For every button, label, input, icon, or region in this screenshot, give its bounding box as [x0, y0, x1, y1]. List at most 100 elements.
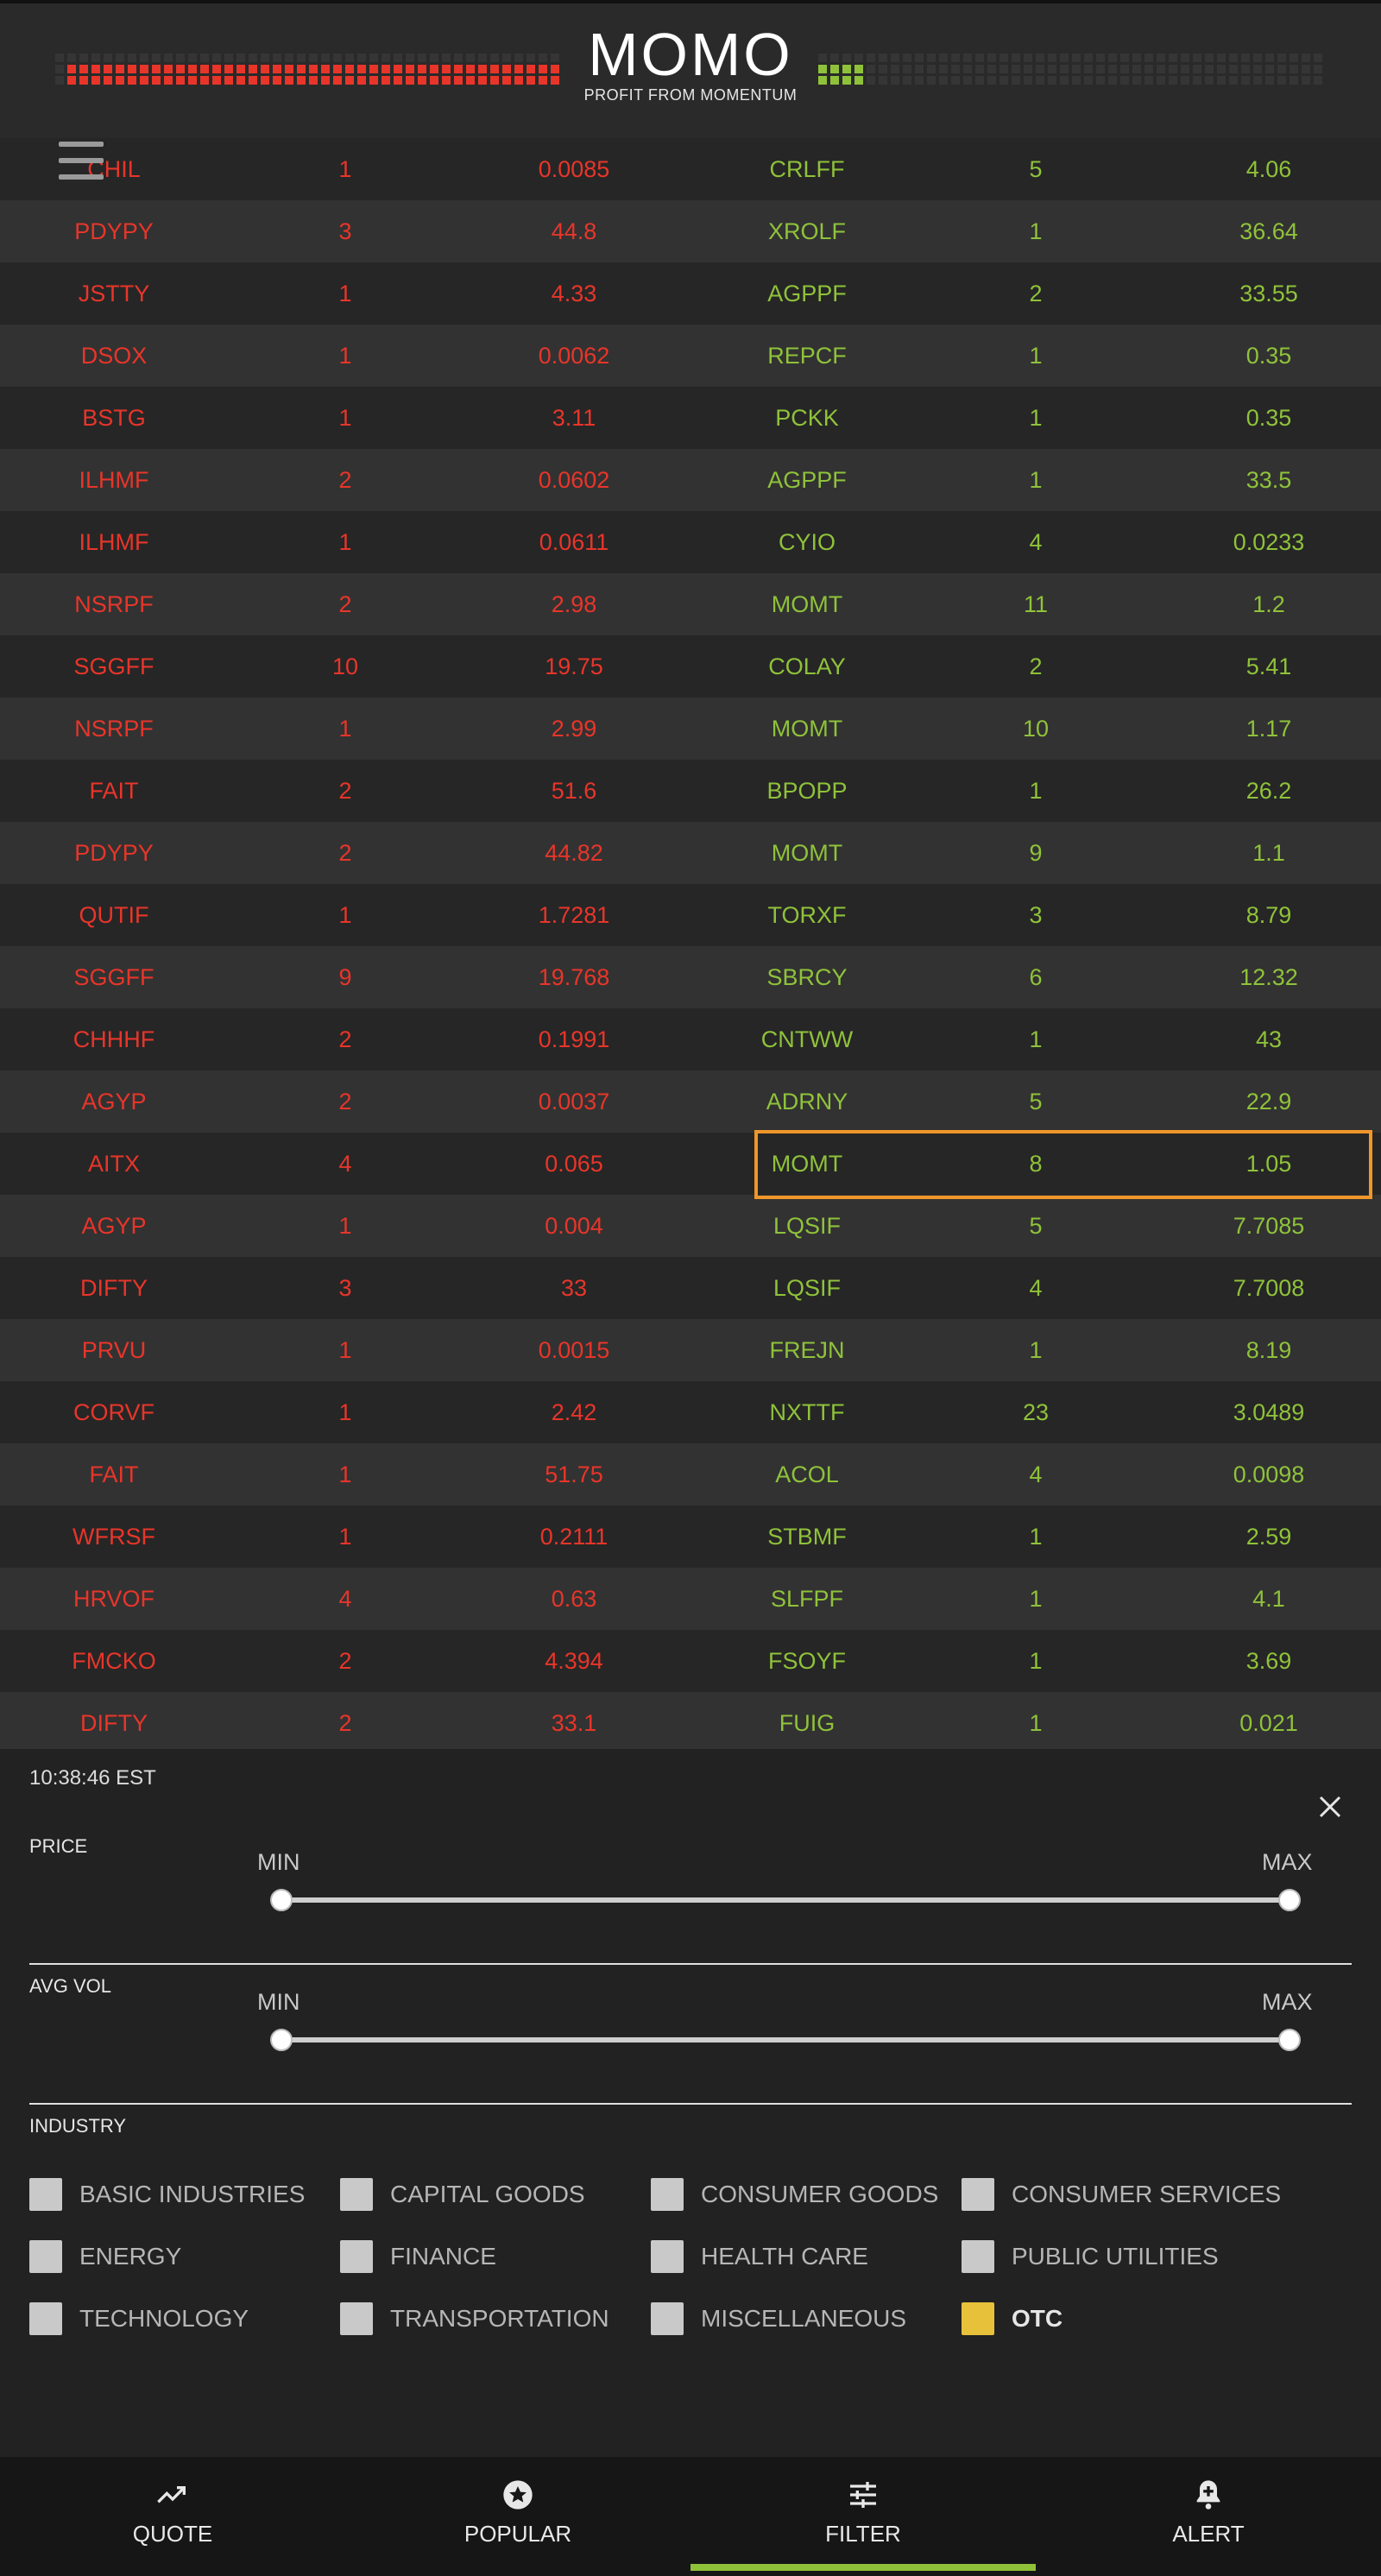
checkbox[interactable]	[340, 2302, 373, 2335]
avg-vol-min-handle[interactable]	[270, 2029, 293, 2051]
avg-vol-max-handle[interactable]	[1278, 2029, 1301, 2051]
last-updated-time: 10:38:46 EST	[29, 1766, 156, 1790]
down-count: 1	[338, 902, 352, 928]
table-row[interactable]: CHIL 1 0.0085 CRLFF 5 4.06	[0, 138, 1381, 200]
industry-checkbox-consumer-services[interactable]: CONSUMER SERVICES	[962, 2177, 1281, 2212]
table-row[interactable]: DIFTY 3 33 LQSIF 4 7.7008	[0, 1257, 1381, 1319]
table-row[interactable]: SGGFF 10 19.75 COLAY 2 5.41	[0, 635, 1381, 698]
down-count: 2	[338, 1710, 352, 1736]
nav-popular[interactable]: POPULAR	[345, 2457, 690, 2576]
up-price: 12.32	[1239, 964, 1298, 990]
checkbox[interactable]	[651, 2240, 684, 2273]
checkbox[interactable]	[962, 2178, 994, 2211]
industry-checkbox-public-utilities[interactable]: PUBLIC UTILITIES	[962, 2239, 1219, 2274]
up-count: 3	[1029, 902, 1043, 928]
checkbox[interactable]	[340, 2178, 373, 2211]
down-count: 1	[338, 716, 352, 742]
industry-checkbox-finance[interactable]: FINANCE	[340, 2239, 496, 2274]
hamburger-menu-icon[interactable]	[59, 142, 104, 180]
checkbox-label: CAPITAL GOODS	[390, 2181, 585, 2207]
down-price: 2.99	[551, 716, 597, 742]
table-row[interactable]: ILHMF 2 0.0602 AGPPF 1 33.5	[0, 449, 1381, 511]
table-row[interactable]: AGYP 2 0.0037 ADRNY 5 22.9	[0, 1070, 1381, 1133]
down-count: 3	[338, 218, 352, 244]
nav-quote-label: QUOTE	[132, 2521, 213, 2547]
industry-label: INDUSTRY	[29, 2115, 127, 2137]
nav-filter[interactable]: FILTER	[690, 2457, 1036, 2576]
up-count: 1	[1029, 405, 1043, 431]
down-price: 51.6	[551, 778, 597, 804]
table-row[interactable]: JSTTY 1 4.33 AGPPF 2 33.55	[0, 262, 1381, 325]
table-row[interactable]: BSTG 1 3.11 PCKK 1 0.35	[0, 387, 1381, 449]
down-price: 2.98	[551, 591, 597, 617]
up-price: 43	[1255, 1026, 1283, 1052]
table-row[interactable]: CHHHF 2 0.1991 CNTWW 1 43	[0, 1008, 1381, 1070]
industry-checkbox-transportation[interactable]: TRANSPORTATION	[340, 2301, 609, 2336]
industry-checkbox-miscellaneous[interactable]: MISCELLANEOUS	[651, 2301, 906, 2336]
up-symbol: CNTWW	[760, 1026, 854, 1052]
checkbox[interactable]	[651, 2178, 684, 2211]
table-row[interactable]: WFRSF 1 0.2111 STBMF 1 2.59	[0, 1506, 1381, 1568]
table-row[interactable]: PRVU 1 0.0015 FREJN 1 8.19	[0, 1319, 1381, 1381]
table-row[interactable]: FMCKO 2 4.394 FSOYF 1 3.69	[0, 1630, 1381, 1692]
table-row[interactable]: DIFTY 2 33.1 FUIG 1 0.021	[0, 1692, 1381, 1754]
close-icon[interactable]	[1310, 1787, 1348, 1825]
checkbox[interactable]	[962, 2302, 994, 2335]
table-row[interactable]: DSOX 1 0.0062 REPCF 1 0.35	[0, 325, 1381, 387]
avg-vol-range-slider[interactable]	[270, 2029, 1301, 2051]
industry-checkbox-consumer-goods[interactable]: CONSUMER GOODS	[651, 2177, 938, 2212]
up-count: 1	[1029, 1524, 1043, 1550]
price-max-handle[interactable]	[1278, 1889, 1301, 1911]
table-row[interactable]: ILHMF 1 0.0611 CYIO 4 0.0233	[0, 511, 1381, 573]
checkbox[interactable]	[962, 2240, 994, 2273]
checkbox[interactable]	[340, 2240, 373, 2273]
down-price: 19.75	[545, 653, 603, 679]
table-row[interactable]: FAIT 2 51.6 BPOPP 1 26.2	[0, 760, 1381, 822]
up-symbol: ADRNY	[766, 1089, 848, 1114]
table-row[interactable]: NSRPF 2 2.98 MOMT 11 1.2	[0, 573, 1381, 635]
down-symbol: JSTTY	[78, 281, 150, 306]
up-price: 33.5	[1245, 467, 1292, 493]
checkbox[interactable]	[29, 2240, 62, 2273]
checkbox[interactable]	[29, 2178, 62, 2211]
up-count: 2	[1029, 653, 1043, 679]
table-row[interactable]: PDYPY 3 44.8 XROLF 1 36.64	[0, 200, 1381, 262]
nav-quote[interactable]: QUOTE	[0, 2457, 345, 2576]
checkbox[interactable]	[651, 2302, 684, 2335]
down-count: 2	[338, 1026, 352, 1052]
industry-checkbox-energy[interactable]: ENERGY	[29, 2239, 181, 2274]
price-range-slider[interactable]	[270, 1889, 1301, 1911]
table-row[interactable]: SGGFF 9 19.768 SBRCY 6 12.32	[0, 946, 1381, 1008]
down-count: 2	[338, 591, 352, 617]
down-count: 2	[338, 1089, 352, 1114]
table-row[interactable]: PDYPY 2 44.82 MOMT 9 1.1	[0, 822, 1381, 884]
industry-checkbox-otc[interactable]: OTC	[962, 2301, 1063, 2336]
down-symbol: FMCKO	[72, 1648, 156, 1674]
checkbox[interactable]	[29, 2302, 62, 2335]
table-row[interactable]: NSRPF 1 2.99 MOMT 10 1.17	[0, 698, 1381, 760]
up-symbol: MOMT	[771, 1151, 843, 1177]
table-row[interactable]: HRVOF 4 0.63 SLFPF 1 4.1	[0, 1568, 1381, 1630]
price-label: PRICE	[29, 1835, 88, 1857]
down-count: 3	[338, 1275, 352, 1301]
industry-checkbox-health-care[interactable]: HEALTH CARE	[651, 2239, 868, 2274]
up-symbol: AGPPF	[767, 281, 847, 306]
down-price: 19.768	[538, 964, 610, 990]
trending-up-icon	[157, 2486, 186, 2503]
up-price: 1.2	[1252, 591, 1285, 617]
table-row[interactable]: FAIT 1 51.75 ACOL 4 0.0098	[0, 1443, 1381, 1506]
nav-alert[interactable]: ALERT	[1036, 2457, 1381, 2576]
industry-checkbox-technology[interactable]: TECHNOLOGY	[29, 2301, 249, 2336]
table-row[interactable]: AGYP 1 0.004 LQSIF 5 7.7085	[0, 1195, 1381, 1257]
industry-checkbox-capital-goods[interactable]: CAPITAL GOODS	[340, 2177, 585, 2212]
up-price: 36.64	[1239, 218, 1298, 244]
table-row[interactable]: CORVF 1 2.42 NXTTF 23 3.0489	[0, 1381, 1381, 1443]
table-row[interactable]: AITX 4 0.065 MOMT 8 1.05	[0, 1133, 1381, 1195]
checkbox-label: TECHNOLOGY	[79, 2305, 249, 2332]
table-row[interactable]: QUTIF 1 1.7281 TORXF 3 8.79	[0, 884, 1381, 946]
price-min-handle[interactable]	[270, 1889, 293, 1911]
up-symbol: PCKK	[775, 405, 839, 431]
up-price: 4.1	[1252, 1586, 1285, 1612]
up-count: 1	[1029, 778, 1043, 804]
industry-checkbox-basic-industries[interactable]: BASIC INDUSTRIES	[29, 2177, 305, 2212]
